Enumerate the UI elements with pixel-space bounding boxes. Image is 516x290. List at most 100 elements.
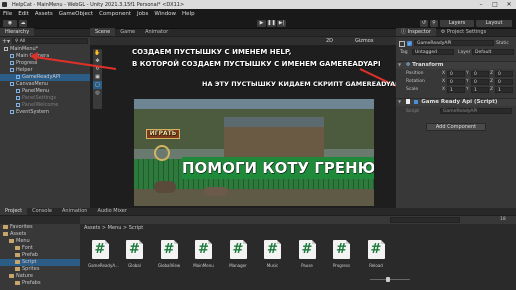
gameobject-icon	[16, 102, 20, 107]
folder-icon	[15, 252, 20, 257]
menu-file[interactable]: File	[3, 11, 12, 17]
transform-header[interactable]: ▼ ✥ Transform	[396, 61, 516, 69]
gameobject-icon	[16, 95, 20, 100]
scale-z-field[interactable]: 1	[495, 87, 513, 93]
project-tree-item[interactable]: Nature	[0, 273, 80, 280]
search-icon[interactable]: ⚲	[430, 20, 438, 27]
script-asset[interactable]: # GameReadyA...	[88, 240, 119, 268]
tab-hierarchy[interactable]: Hierarchy	[0, 28, 35, 36]
menu-gameobject[interactable]: GameObject	[59, 11, 93, 17]
axis-label: X	[442, 71, 446, 76]
csharp-script-icon: #	[229, 240, 247, 259]
tab-animation[interactable]: Animation	[57, 207, 93, 215]
project-search-input[interactable]	[390, 217, 460, 223]
script-asset[interactable]: # GlobalView	[157, 240, 181, 268]
project-tree-item[interactable]: Script	[0, 259, 80, 266]
project-tree-item[interactable]: Prefab	[0, 252, 80, 259]
hierarchy-item[interactable]: Helper	[0, 67, 90, 74]
menu-edit[interactable]: Edit	[18, 11, 29, 17]
project-tree-item[interactable]: Font	[0, 245, 80, 252]
script-asset-label: Reload	[369, 263, 383, 268]
scene-icon	[4, 46, 8, 51]
project-tree-item[interactable]: Favorites	[0, 224, 80, 231]
add-icon[interactable]: +▾	[2, 38, 10, 45]
project-tree-item[interactable]: Prefabs	[0, 280, 80, 287]
project-tree-item[interactable]: Assets	[0, 231, 80, 238]
folder-icon	[15, 259, 20, 264]
cloud-icon[interactable]: ☁	[19, 20, 27, 27]
script-asset[interactable]: # Progress	[330, 240, 354, 268]
menu-jobs[interactable]: Jobs	[137, 11, 148, 17]
breadcrumb[interactable]: Assets > Menu > Script	[84, 225, 143, 231]
component-header[interactable]: ▼ Game Ready Api (Script)	[396, 98, 516, 106]
object-header: ✓ GameReadyAPI Static Tag Untagged Layer…	[396, 38, 516, 60]
history-icon[interactable]: ↺	[420, 20, 428, 27]
step-button[interactable]: ▶|	[277, 20, 286, 27]
project-tree-item[interactable]: Sprites	[0, 266, 80, 273]
rotation-z-field[interactable]: 0	[495, 79, 513, 85]
gameobject-icon	[10, 109, 14, 114]
scale-y-field[interactable]: 1	[471, 87, 489, 93]
tab-inspector[interactable]: ⓘ Inspector	[396, 28, 436, 36]
project-tree-item[interactable]: Menu	[0, 238, 80, 245]
hierarchy-item[interactable]: PanelWelcome	[0, 102, 90, 109]
component-title: Game Ready Api (Script)	[421, 99, 498, 105]
csharp-script-icon: #	[160, 240, 178, 259]
layers-dropdown[interactable]: Layers	[440, 20, 474, 27]
project-tree: Favorites Assets Menu Font Prefab Script Sprit…	[0, 224, 80, 290]
project-tree-label: Font	[22, 245, 33, 251]
script-asset[interactable]: # Manager	[226, 240, 250, 268]
position-x-field[interactable]: 0	[447, 71, 465, 77]
menu-help[interactable]: Help	[182, 11, 195, 17]
position-z-field[interactable]: 0	[495, 71, 513, 77]
rotation-y-field[interactable]: 0	[471, 79, 489, 85]
menu-window[interactable]: Window	[154, 11, 176, 17]
layer-label: Layer	[458, 50, 471, 55]
hierarchy-item[interactable]: PanelSettings	[0, 95, 90, 102]
script-asset[interactable]: # MainMenu	[192, 240, 216, 268]
script-asset[interactable]: # Reload	[364, 240, 388, 268]
script-asset[interactable]: # Pause	[295, 240, 319, 268]
tag-dropdown[interactable]: Untagged	[412, 49, 454, 55]
scale-x-field[interactable]: 1	[447, 87, 465, 93]
pause-button[interactable]: ❚❚	[267, 20, 276, 27]
tab-audio-mixer[interactable]: Audio Mixer	[92, 207, 131, 215]
rotation-x-field[interactable]: 0	[447, 79, 465, 85]
project-tree-label: Assets	[10, 231, 27, 237]
object-name-field[interactable]: GameReadyAPI	[414, 40, 494, 46]
zoom-slider[interactable]	[370, 277, 410, 282]
zoom-slider-thumb[interactable]	[386, 277, 390, 282]
tab-project-settings[interactable]: ⚙ Project Settings	[436, 28, 491, 36]
static-checkbox[interactable]: Static	[496, 41, 509, 46]
expand-icon: ▼	[398, 99, 402, 104]
hierarchy-item[interactable]: GameReadyAPI	[0, 74, 90, 81]
position-y-field[interactable]: 0	[471, 71, 489, 77]
hierarchy-item[interactable]: EventSystem	[0, 109, 90, 116]
active-checkbox[interactable]: ✓	[407, 41, 412, 46]
layout-dropdown[interactable]: Layout	[476, 20, 512, 27]
unity-logo-icon	[2, 2, 7, 7]
component-checkbox[interactable]	[413, 99, 418, 104]
minimize-button[interactable]: –	[474, 0, 488, 9]
layer-dropdown[interactable]: Default	[472, 49, 514, 55]
hierarchy-item[interactable]: MainMenu*	[0, 46, 90, 53]
axis-label: Y	[466, 87, 469, 92]
hierarchy-item[interactable]: PanelMenu	[0, 88, 90, 95]
menu-component[interactable]: Component	[99, 11, 131, 17]
script-asset[interactable]: # Music	[261, 240, 285, 268]
hierarchy-tree: MainMenu* Main Camera Progress Helper GameRe…	[0, 46, 90, 206]
play-button[interactable]: ▶	[257, 20, 266, 27]
hierarchy-item[interactable]: CanvasMenu	[0, 81, 90, 88]
menu-assets[interactable]: Assets	[35, 11, 53, 17]
script-asset[interactable]: # Global	[123, 240, 147, 268]
tab-console[interactable]: Console	[27, 207, 57, 215]
account-button[interactable]: ◉	[3, 20, 17, 27]
scale-label: Scale	[406, 87, 419, 92]
gameobject-icon	[10, 67, 14, 72]
add-component-button[interactable]: Add Component	[426, 123, 486, 131]
hierarchy-search-input[interactable]: ⚲ All	[12, 38, 88, 44]
overlay-line-1: СОЗДАЕМ ПУСТЫШКУ С ИМЕНЕМ HELP,	[132, 48, 292, 56]
maximize-button[interactable]: □	[488, 0, 502, 9]
tab-project[interactable]: Project	[0, 207, 28, 215]
close-button[interactable]: ✕	[502, 0, 516, 9]
